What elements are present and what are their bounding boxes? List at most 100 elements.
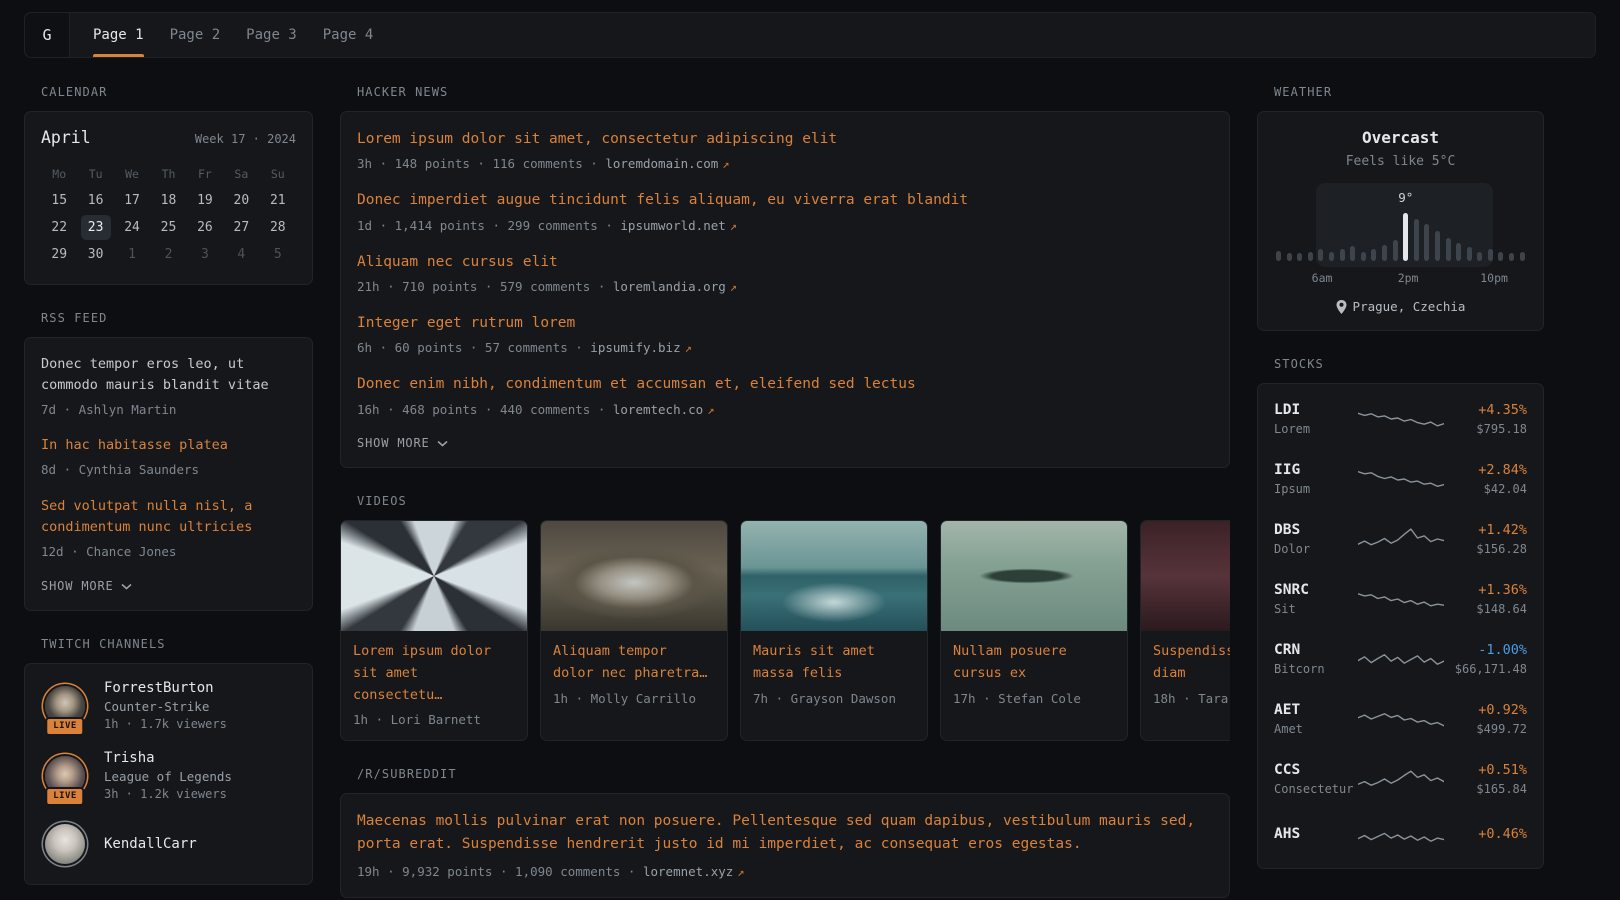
hn-story: Lorem ipsum dolor sit amet, consectetur … xyxy=(357,128,1213,173)
post-domain-link[interactable]: loremnet.xyz xyxy=(643,864,733,879)
video-title-link[interactable]: Suspendisse tempor diam xyxy=(1153,641,1230,684)
video-title-link[interactable]: Nullam posuere cursus ex xyxy=(953,641,1115,684)
live-badge: LIVE xyxy=(45,717,84,736)
weekday-label: Mo xyxy=(41,161,77,187)
hn-domain-link[interactable]: loremdomain.com xyxy=(605,156,718,171)
stock-ticker: CCS xyxy=(1274,762,1358,778)
stock-sparkline xyxy=(1358,645,1444,673)
rss-card: Donec tempor eros leo, ut commodo mauris… xyxy=(24,337,313,611)
stock-id: AET Amet xyxy=(1274,702,1358,736)
twitch-card: LIVE ForrestBurton Counter-Strike 1h · 1… xyxy=(24,663,313,885)
hn-domain-link[interactable]: ipsumify.biz xyxy=(590,340,680,355)
rss-item-meta: 7d · Ashlyn Martin xyxy=(41,401,296,419)
avatar-wrap: LIVE xyxy=(41,682,89,730)
hn-story-link[interactable]: Donec enim nibh, condimentum et accumsan… xyxy=(357,373,1213,395)
calendar-day: 26 xyxy=(190,215,220,240)
stock-row[interactable]: IIG Ipsum +2.84% $42.04 xyxy=(1274,449,1527,509)
calendar-grid: Mo Tu We Th Fr Sa Su 15 16 17 18 19 20 2… xyxy=(41,161,296,268)
calendar-day: 19 xyxy=(190,188,220,213)
rss-item-link[interactable]: Sed volutpat nulla nisl, a condimentum n… xyxy=(41,496,296,538)
stock-row[interactable]: DBS Dolor +1.42% $156.28 xyxy=(1274,509,1527,569)
video-thumbnail[interactable] xyxy=(541,521,727,631)
hn-story-link[interactable]: Integer eget rutrum lorem xyxy=(357,312,1213,334)
video-card[interactable]: Lorem ipsum dolor sit amet consectetu… 1… xyxy=(340,520,528,741)
calendar-card: April Week 17 · 2024 Mo Tu We Th Fr Sa S… xyxy=(24,111,313,285)
subreddit-post-link[interactable]: Maecenas mollis pulvinar erat non posuer… xyxy=(357,810,1213,856)
twitch-channel[interactable]: LIVE ForrestBurton Counter-Strike 1h · 1… xyxy=(41,680,296,731)
hn-story-link[interactable]: Donec imperdiet augue tincidunt felis al… xyxy=(357,189,1213,211)
rss-item: In hac habitasse platea 8d · Cynthia Sau… xyxy=(41,435,296,478)
weekday-label: Su xyxy=(260,161,296,187)
rss-widget: RSS FEED Donec tempor eros leo, ut commo… xyxy=(24,311,313,611)
video-card[interactable]: Aliquam tempor dolor nec pharetra… 1h · … xyxy=(540,520,728,741)
video-title-link[interactable]: Lorem ipsum dolor sit amet consectetu… xyxy=(353,641,515,706)
stock-row[interactable]: CCS Consectetur +0.51% $165.84 xyxy=(1274,749,1527,809)
stock-ticker: DBS xyxy=(1274,522,1358,538)
hn-story-meta: 3h · 148 points · 116 comments · loremdo… xyxy=(357,155,1213,173)
weather-location: Prague, Czechia xyxy=(1274,299,1527,314)
external-link-icon: ↗ xyxy=(685,341,692,355)
hn-domain-link[interactable]: loremtech.co xyxy=(613,402,703,417)
section-title-stocks: STOCKS xyxy=(1274,357,1544,371)
stock-row[interactable]: SNRC Sit +1.36% $148.64 xyxy=(1274,569,1527,629)
hn-meta-text: 3h · 148 points · 116 comments · xyxy=(357,156,605,171)
external-link-icon: ↗ xyxy=(722,157,729,171)
hn-meta-text: 6h · 60 points · 57 comments · xyxy=(357,340,590,355)
stock-sparkline xyxy=(1358,822,1444,850)
weather-widget: WEATHER Overcast Feels like 5°C 9° 6am 2… xyxy=(1257,85,1544,331)
hn-meta-text: 16h · 468 points · 440 comments · xyxy=(357,402,613,417)
calendar-day: 20 xyxy=(226,188,256,213)
section-title-subreddit: /R/SUBREDDIT xyxy=(357,767,1230,781)
video-meta: 7h · Grayson Dawson xyxy=(753,691,915,706)
rss-show-more-button[interactable]: SHOW MORE xyxy=(41,577,132,593)
calendar-day: 21 xyxy=(263,188,293,213)
stock-row[interactable]: AHS +0.46% xyxy=(1274,809,1527,863)
rss-item-link[interactable]: Donec tempor eros leo, ut commodo mauris… xyxy=(41,354,296,396)
app-logo[interactable]: G xyxy=(25,13,70,57)
stock-sparkline xyxy=(1358,585,1444,613)
video-thumbnail[interactable] xyxy=(941,521,1127,631)
stock-price: $66,171.48 xyxy=(1444,662,1528,676)
rss-item-link[interactable]: In hac habitasse platea xyxy=(41,435,296,456)
stock-row[interactable]: LDI Lorem +4.35% $795.18 xyxy=(1274,389,1527,449)
calendar-month: April xyxy=(41,128,91,147)
stock-id: CCS Consectetur xyxy=(1274,762,1358,796)
calendar-header: April Week 17 · 2024 xyxy=(41,128,296,147)
stock-row[interactable]: CRN Bitcorn -1.00% $66,171.48 xyxy=(1274,629,1527,689)
twitch-channel[interactable]: LIVE Trisha League of Legends 3h · 1.2k … xyxy=(41,750,296,801)
weekday-label: We xyxy=(114,161,150,187)
tab-page-2[interactable]: Page 2 xyxy=(157,13,234,57)
calendar-day: 24 xyxy=(117,215,147,240)
video-title-link[interactable]: Aliquam tempor dolor nec pharetra… xyxy=(553,641,715,684)
hn-show-more-button[interactable]: SHOW MORE xyxy=(357,434,448,450)
video-card[interactable]: Nullam posuere cursus ex 17h · Stefan Co… xyxy=(940,520,1128,741)
channel-game: League of Legends xyxy=(104,769,232,784)
video-card[interactable]: Mauris sit amet massa felis 7h · Grayson… xyxy=(740,520,928,741)
tab-page-3[interactable]: Page 3 xyxy=(233,13,310,57)
stock-ticker: AET xyxy=(1274,702,1358,718)
hn-story-meta: 1d · 1,414 points · 299 comments · ipsum… xyxy=(357,217,1213,235)
stock-row[interactable]: AET Amet +0.92% $499.72 xyxy=(1274,689,1527,749)
hn-story-link[interactable]: Aliquam nec cursus elit xyxy=(357,251,1213,273)
hn-domain-link[interactable]: loremlandia.org xyxy=(613,279,726,294)
avatar-wrap: LIVE xyxy=(41,752,89,800)
calendar-week-label: Week 17 · 2024 xyxy=(195,132,296,146)
video-thumbnail[interactable] xyxy=(741,521,927,631)
subreddit-post: Maecenas mollis pulvinar erat non posuer… xyxy=(357,810,1213,881)
video-thumbnail[interactable] xyxy=(341,521,527,631)
tab-page-1[interactable]: Page 1 xyxy=(80,13,157,57)
calendar-day: 28 xyxy=(263,215,293,240)
hn-domain-link[interactable]: ipsumworld.net xyxy=(620,218,725,233)
section-title-hackernews: HACKER NEWS xyxy=(357,85,1230,99)
video-thumbnail[interactable] xyxy=(1141,521,1230,631)
stock-name: Dolor xyxy=(1274,542,1358,556)
video-card[interactable]: Suspendisse tempor diam 18h · Tara xyxy=(1140,520,1230,741)
hn-story: Integer eget rutrum lorem 6h · 60 points… xyxy=(357,312,1213,357)
tab-page-4[interactable]: Page 4 xyxy=(310,13,387,57)
twitch-widget: TWITCH CHANNELS LIVE ForrestBurton Count… xyxy=(24,637,313,885)
subreddit-widget: /R/SUBREDDIT Maecenas mollis pulvinar er… xyxy=(340,767,1230,898)
hn-story-link[interactable]: Lorem ipsum dolor sit amet, consectetur … xyxy=(357,128,1213,150)
video-title-link[interactable]: Mauris sit amet massa felis xyxy=(753,641,915,684)
calendar-day: 27 xyxy=(226,215,256,240)
twitch-channel[interactable]: KendallCarr xyxy=(41,820,296,868)
